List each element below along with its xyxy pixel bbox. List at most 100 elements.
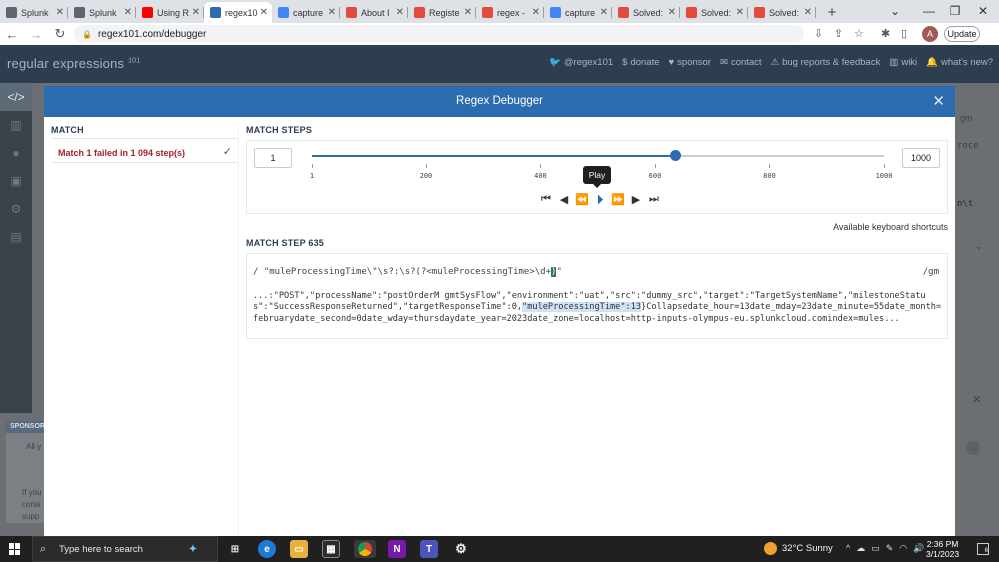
forward-button[interactable]: → xyxy=(24,27,48,42)
page-background: </> ▥ ● ▣ ⚙ ▤ SPONSOR All y If you consi… xyxy=(0,83,999,536)
close-tab-icon[interactable]: ✕ xyxy=(464,7,472,18)
chrome-icon[interactable] xyxy=(354,540,376,558)
address-bar[interactable]: 🔒 regex101.com/debugger xyxy=(74,25,804,43)
modal-title: Regex Debugger xyxy=(456,95,543,107)
slider-thumb[interactable] xyxy=(670,150,681,161)
slider-tick-label: 800 xyxy=(763,172,776,180)
step-start-input[interactable]: 1 xyxy=(254,148,292,168)
weather-widget[interactable]: 32°C Sunny xyxy=(764,542,833,555)
close-tab-icon[interactable]: ✕ xyxy=(804,7,812,18)
onenote-icon[interactable]: N xyxy=(388,540,406,558)
tab-title: Using R xyxy=(157,7,190,18)
browser-tab[interactable]: Registe ✕ xyxy=(408,2,476,23)
nav-wiki[interactable]: ▥ wiki xyxy=(889,57,917,68)
profile-avatar[interactable]: A xyxy=(922,26,938,42)
nav-bug-reports[interactable]: ⚠ bug reports & feedback xyxy=(771,57,881,68)
close-tab-icon[interactable]: ✕ xyxy=(192,7,200,18)
search-highlight-icon[interactable]: ✦ xyxy=(184,540,202,558)
rewind-icon[interactable]: ⏪ xyxy=(573,191,591,207)
edge-icon[interactable]: e xyxy=(258,540,276,558)
slider-tick-label: 1000 xyxy=(875,172,893,180)
tab-title: Splunk xyxy=(89,7,117,18)
edit-icon[interactable]: ✎ xyxy=(886,543,894,554)
play-tooltip: Play xyxy=(583,166,611,188)
browser-tab[interactable]: About I ✕ xyxy=(340,2,408,23)
browser-tab[interactable]: Splunk ✕ xyxy=(0,2,68,23)
match-item[interactable]: Match 1 failed in 1 094 step(s) ✓ xyxy=(51,138,238,163)
chat-icon[interactable]: ▤ xyxy=(0,223,32,251)
browser-tab[interactable]: Solved: ✕ xyxy=(680,2,748,23)
browser-tab[interactable]: Splunk ✕ xyxy=(68,2,136,23)
close-tab-icon[interactable]: ✕ xyxy=(736,7,744,18)
nav-twitter[interactable]: 🐦 @regex101 xyxy=(549,57,613,68)
browser-tab[interactable]: capture ✕ xyxy=(272,2,340,23)
close-tab-icon[interactable]: ✕ xyxy=(396,7,404,18)
settings-icon[interactable]: ⚙ xyxy=(0,195,32,223)
close-tab-icon[interactable]: ✕ xyxy=(260,7,268,18)
step-end-input[interactable]: 1000 xyxy=(902,148,940,168)
nav-donate[interactable]: $ donate xyxy=(622,57,659,68)
nav-whats-new[interactable]: 🔔 what's new? xyxy=(926,57,993,68)
close-window-button[interactable]: ✕ xyxy=(966,0,999,22)
notification-icon[interactable]: 6 xyxy=(977,543,989,555)
close-tab-icon[interactable]: ✕ xyxy=(328,7,336,18)
keyboard-shortcuts-link[interactable]: Available keyboard shortcuts xyxy=(833,222,948,232)
browser-tab[interactable]: Solved: ✕ xyxy=(748,2,816,23)
battery-icon[interactable]: ▭ xyxy=(871,543,880,554)
site-logo[interactable]: regular expressions 101 xyxy=(7,56,140,71)
library-icon[interactable]: ▥ xyxy=(0,111,32,139)
browser-tab[interactable]: regex - ✕ xyxy=(476,2,544,23)
skip-to-start-icon[interactable]: ⏮ xyxy=(537,191,555,207)
close-tab-icon[interactable]: ✕ xyxy=(600,7,608,18)
skip-to-end-icon[interactable]: ⏭ xyxy=(645,191,663,207)
browser-tab[interactable]: regex10 ✕ xyxy=(204,2,272,23)
close-tab-icon[interactable]: ✕ xyxy=(532,7,540,18)
browser-tab[interactable]: capture ✕ xyxy=(544,2,612,23)
close-tab-icon[interactable]: ✕ xyxy=(124,7,132,18)
extensions-icon[interactable]: ✱ xyxy=(881,27,890,40)
settings-gear-icon[interactable]: ⚙ xyxy=(452,540,470,558)
browser-tab[interactable]: Using R ✕ xyxy=(136,2,204,23)
browser-toolbar: ← → ↻ 🔒 regex101.com/debugger ⇩ ⇪ ☆ ✱ ▯ … xyxy=(0,23,999,45)
file-explorer-icon[interactable]: ▭ xyxy=(290,540,308,558)
tab-title: capture xyxy=(293,7,324,18)
teams-icon[interactable]: T xyxy=(420,540,438,558)
browser-tab[interactable]: Solved: ✕ xyxy=(612,2,680,23)
step-forward-icon[interactable]: ▶ xyxy=(627,191,645,207)
back-button[interactable]: ← xyxy=(0,27,24,42)
bg-close-icon: ✕ xyxy=(972,394,982,406)
fast-forward-icon[interactable]: ⏩ xyxy=(609,191,627,207)
wifi-icon[interactable]: ◠ xyxy=(899,543,907,554)
windows-start-icon[interactable] xyxy=(9,543,21,555)
nav-contact[interactable]: ✉ contact xyxy=(720,57,762,68)
onedrive-icon[interactable]: ☁ xyxy=(856,543,865,554)
update-button[interactable]: Update xyxy=(944,26,980,42)
splunk-community-icon xyxy=(754,7,765,18)
chevron-up-icon[interactable]: ^ xyxy=(846,543,850,554)
tab-search-icon[interactable]: ⌄ xyxy=(878,0,912,22)
close-tab-icon[interactable]: ✕ xyxy=(668,7,676,18)
quiz-icon[interactable]: ▣ xyxy=(0,167,32,195)
google-icon xyxy=(550,7,561,18)
user-icon[interactable]: ● xyxy=(0,139,32,167)
step-back-icon[interactable]: ◀ xyxy=(555,191,573,207)
bookmark-star-icon[interactable]: ☆ xyxy=(854,27,864,40)
nav-sponsor[interactable]: ♥ sponsor xyxy=(669,57,711,68)
slider-tick xyxy=(769,164,771,168)
slider-tick xyxy=(654,164,656,168)
close-tab-icon[interactable]: ✕ xyxy=(56,7,64,18)
task-view-icon[interactable]: ⊞ xyxy=(226,540,244,558)
clock[interactable]: 2:36 PM 3/1/2023 xyxy=(926,539,959,559)
store-icon[interactable]: ▦ xyxy=(322,540,340,558)
close-modal-icon[interactable]: ✕ xyxy=(932,92,945,110)
share-icon[interactable]: ⇪ xyxy=(834,27,843,40)
new-tab-button[interactable]: + xyxy=(822,2,842,23)
code-icon[interactable]: </> xyxy=(0,83,32,111)
slider-tick xyxy=(884,164,885,168)
side-panel-icon[interactable]: ▯ xyxy=(901,27,907,40)
volume-icon[interactable]: 🔊 xyxy=(913,543,924,554)
step-slider[interactable] xyxy=(312,150,884,161)
play-icon[interactable]: ⏵ xyxy=(591,191,609,207)
install-app-icon[interactable]: ⇩ xyxy=(814,27,823,40)
reload-button[interactable]: ↻ xyxy=(48,26,72,42)
